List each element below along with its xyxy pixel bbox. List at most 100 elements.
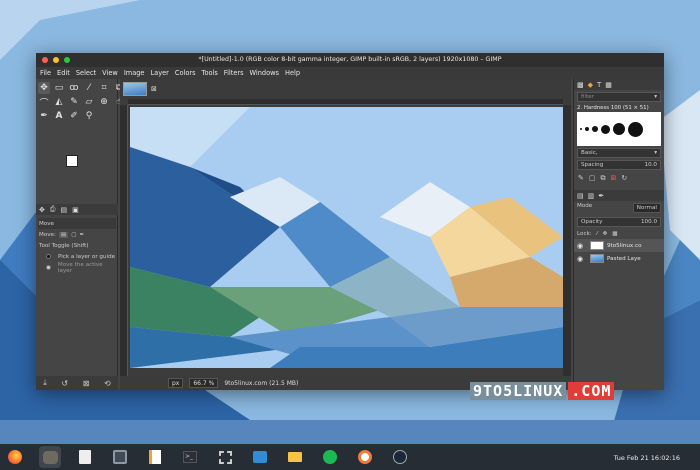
menu-tools[interactable]: Tools — [202, 69, 218, 77]
steam-icon[interactable] — [389, 446, 411, 468]
mail-icon[interactable] — [284, 446, 306, 468]
close-image-tab-icon[interactable]: ⊠ — [151, 85, 157, 93]
settings-icon[interactable] — [354, 446, 376, 468]
spotify-icon[interactable] — [319, 446, 341, 468]
move-label: Move: — [39, 231, 56, 238]
right-dock: ▩ ◆ T ▦ filter ▾ 2. Hardness 100 (51 × 51… — [573, 79, 664, 390]
lock-pixels-icon[interactable]: ⁄ — [597, 231, 598, 237]
terminal-icon[interactable]: >_ — [179, 446, 201, 468]
save-tool-preset-icon[interactable]: ⤓ — [43, 378, 47, 388]
horizontal-ruler[interactable] — [128, 99, 563, 105]
spacing-slider[interactable]: Spacing 10.0 — [577, 160, 661, 170]
canvas-image[interactable] — [130, 107, 563, 368]
text-icon[interactable]: A — [53, 110, 65, 122]
fuzzy-select-icon[interactable]: ⁄ — [83, 82, 95, 94]
edit-brush-icon[interactable]: ✎ — [578, 174, 584, 183]
document-history-tab-icon[interactable]: ▦ — [605, 81, 612, 89]
menu-colors[interactable]: Colors — [175, 69, 196, 77]
brush-swatch[interactable] — [613, 123, 625, 135]
title-bar[interactable]: *[Untitled]-1.0 (RGB color 8-bit gamma i… — [36, 53, 664, 67]
menu-view[interactable]: View — [102, 69, 118, 77]
reset-tool-options-icon[interactable]: ⟲ — [104, 379, 111, 388]
vertical-scrollbar[interactable] — [563, 105, 571, 376]
undo-history-tab-icon[interactable]: ▤ — [60, 206, 67, 214]
vertical-ruler[interactable] — [120, 105, 128, 376]
menu-windows[interactable]: Windows — [250, 69, 279, 77]
screenshot-icon[interactable] — [214, 446, 236, 468]
mode-select[interactable]: Normal — [632, 203, 661, 213]
foreground-color[interactable] — [66, 155, 78, 167]
move-active-layer-radio[interactable]: Move the active layer — [38, 262, 116, 274]
path-icon[interactable]: ✒ — [38, 110, 50, 122]
move-layer-mode-icon[interactable]: ▤ — [58, 231, 69, 238]
menu-image[interactable]: Image — [124, 69, 145, 77]
delete-brush-icon[interactable]: ⊠ — [611, 174, 617, 183]
clone-icon[interactable]: ⊕ — [98, 96, 110, 108]
brush-swatch[interactable] — [585, 127, 589, 131]
duplicate-brush-icon[interactable]: ⧉ — [601, 174, 606, 183]
tool-options: Move Move: ▤ ▢ ✒ Tool Toggle (Shift) Pic… — [36, 216, 118, 275]
calculator-icon[interactable] — [109, 446, 131, 468]
fg-bg-colors[interactable] — [66, 155, 86, 173]
move-selection-mode-icon[interactable]: ▢ — [71, 232, 76, 238]
gimp-window: *[Untitled]-1.0 (RGB color 8-bit gamma i… — [36, 53, 664, 390]
visibility-eye-icon[interactable]: ◉ — [577, 255, 587, 263]
firefox-icon[interactable] — [4, 446, 26, 468]
brush-swatch[interactable] — [592, 126, 598, 132]
refresh-brushes-icon[interactable]: ↻ — [621, 174, 627, 183]
move-icon[interactable]: ✥ — [38, 82, 50, 94]
tool-options-tabs: ✥ ⎙ ▤ ▣ — [36, 204, 118, 215]
channels-tab-icon[interactable]: ▥ — [588, 192, 595, 200]
delete-tool-preset-icon[interactable]: ⊠ — [83, 379, 90, 388]
lock-position-icon[interactable]: ✥ — [603, 231, 608, 237]
files-icon[interactable] — [74, 446, 96, 468]
layer-row[interactable]: ◉ Pasted Laye — [574, 252, 664, 265]
paintbrush-icon[interactable]: ✎ — [68, 96, 80, 108]
layer-thumbnail — [590, 241, 604, 250]
menu-select[interactable]: Select — [76, 69, 96, 77]
visibility-eye-icon[interactable]: ◉ — [577, 242, 587, 250]
brushes-tab-icon[interactable]: ▩ — [577, 81, 584, 89]
warp-icon[interactable]: ⌒ — [38, 96, 50, 109]
gimp-icon[interactable] — [39, 446, 61, 468]
brush-swatch[interactable] — [628, 121, 643, 137]
lock-alpha-icon[interactable]: ▩ — [612, 231, 617, 237]
eraser-icon[interactable]: ▱ — [83, 96, 95, 108]
pick-layer-radio[interactable]: Pick a layer or guide — [38, 251, 116, 262]
layers-tab-icon[interactable]: ▤ — [577, 192, 584, 200]
brush-grid[interactable] — [577, 112, 661, 146]
lasso-icon[interactable]: ꝏ — [68, 82, 80, 94]
move-path-mode-icon[interactable]: ✒ — [79, 232, 84, 238]
color-picker-icon[interactable]: ✐ — [68, 110, 80, 122]
software-center-icon[interactable] — [249, 446, 271, 468]
restore-tool-preset-icon[interactable]: ↺ — [61, 379, 68, 388]
brush-preset-select[interactable]: Basic, ▾ — [577, 148, 661, 158]
brush-swatch[interactable] — [601, 124, 610, 134]
paths-tab-icon[interactable]: ✒ — [598, 192, 604, 200]
brush-swatch[interactable] — [580, 128, 582, 130]
tool-options-tab-icon[interactable]: ✥ — [39, 206, 45, 214]
menu-filters[interactable]: Filters — [224, 69, 244, 77]
bucket-fill-icon[interactable]: ◭ — [53, 96, 65, 108]
crop-icon[interactable]: ⌗ — [98, 82, 110, 94]
device-status-tab-icon[interactable]: ⎙ — [50, 205, 56, 214]
menu-file[interactable]: File — [40, 69, 51, 77]
images-tab-icon[interactable]: ▣ — [72, 206, 79, 214]
patterns-tab-icon[interactable]: ◆ — [588, 81, 593, 89]
menu-layer[interactable]: Layer — [150, 69, 168, 77]
zoom-icon[interactable]: ⚲ — [83, 110, 95, 122]
zoom-select[interactable]: 66.7 % — [189, 378, 219, 388]
rect-select-icon[interactable]: ▭ — [53, 82, 65, 94]
opacity-slider[interactable]: Opacity 100.0 — [577, 217, 661, 227]
clock[interactable]: Tue Feb 21 16:02:16 — [614, 454, 680, 462]
image-tab-thumbnail[interactable] — [123, 82, 147, 96]
menu-help[interactable]: Help — [285, 69, 300, 77]
menu-edit[interactable]: Edit — [57, 69, 70, 77]
brush-filter-input[interactable]: filter ▾ — [577, 92, 661, 102]
unit-select[interactable]: px — [168, 378, 184, 388]
text-editor-icon[interactable] — [144, 446, 166, 468]
layer-row[interactable]: ◉ 9to5linux.co — [574, 239, 664, 252]
new-brush-icon[interactable]: ▢ — [589, 174, 596, 183]
fonts-tab-icon[interactable]: T — [597, 81, 601, 89]
menu-bar: File Edit Select View Image Layer Colors… — [36, 67, 664, 79]
